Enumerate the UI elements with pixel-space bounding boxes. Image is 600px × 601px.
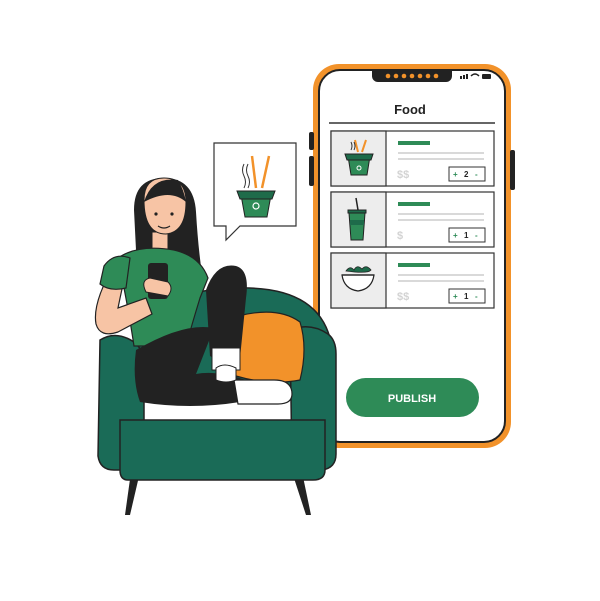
item-desc-line xyxy=(398,274,484,276)
minus-button[interactable]: - xyxy=(475,170,478,179)
item-desc-line xyxy=(398,158,484,160)
speech-bubble xyxy=(213,142,297,242)
publish-label: PUBLISH xyxy=(388,393,436,405)
plus-button[interactable]: + xyxy=(453,292,458,301)
item-desc-line xyxy=(398,152,484,154)
phone-side-button xyxy=(510,150,515,190)
item-desc-line xyxy=(398,213,484,215)
phone-side-button xyxy=(309,132,314,150)
item-desc-line xyxy=(398,280,484,282)
raised-leg xyxy=(206,265,247,362)
quantity-value: 1 xyxy=(464,231,469,240)
quantity-value: 2 xyxy=(464,170,469,179)
shoe xyxy=(233,379,293,405)
quantity-stepper[interactable]: + 1 - xyxy=(448,288,486,304)
plus-button[interactable]: + xyxy=(453,231,458,240)
plus-button[interactable]: + xyxy=(453,170,458,179)
food-list-item[interactable]: $ + 1 - xyxy=(330,191,495,248)
item-price: $ xyxy=(397,230,403,242)
minus-button[interactable]: - xyxy=(475,292,478,301)
battery-icon xyxy=(482,74,491,79)
quantity-stepper[interactable]: + 2 - xyxy=(448,166,486,182)
publish-button[interactable]: PUBLISH xyxy=(346,378,479,417)
food-list-item[interactable]: $$ + 2 - xyxy=(330,130,495,187)
phone: Food $$ + 2 - $ + 1 - $$ + 1 - PUBLISH xyxy=(309,64,515,448)
item-name-bar xyxy=(398,263,430,267)
item-name-bar xyxy=(398,202,430,206)
item-desc-line xyxy=(398,219,484,221)
quantity-value: 1 xyxy=(464,292,469,301)
food-list-item[interactable]: $$ + 1 - xyxy=(330,252,495,309)
minus-button[interactable]: - xyxy=(475,231,478,240)
illustration: Food $$ + 2 - $ + 1 - $$ + 1 - PUBLISH xyxy=(0,0,600,601)
quantity-stepper[interactable]: + 1 - xyxy=(448,227,486,243)
item-price: $$ xyxy=(397,169,409,181)
phone-side-button xyxy=(309,156,314,186)
chair-seat xyxy=(119,419,326,481)
item-name-bar xyxy=(398,141,430,145)
screen-title: Food xyxy=(394,102,426,117)
item-price: $$ xyxy=(397,291,409,303)
